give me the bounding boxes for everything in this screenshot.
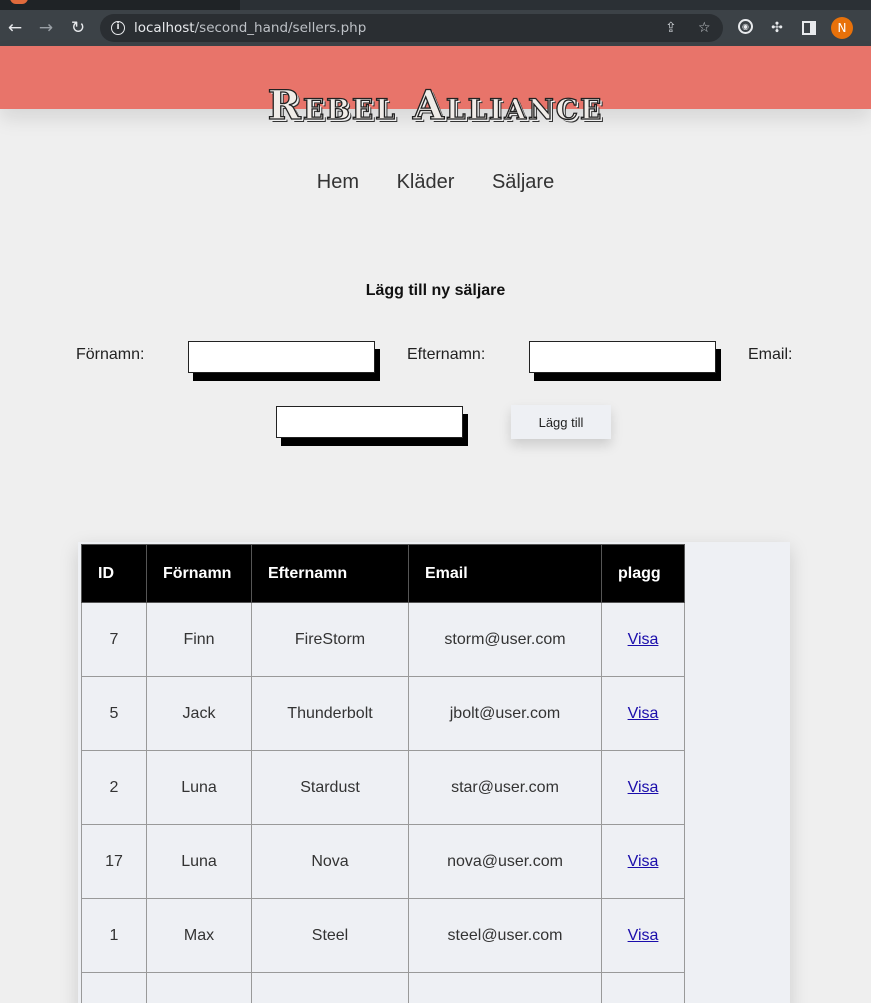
cell-link: Visa [601,824,685,899]
cell-firstname: Luna [146,750,252,825]
nav-link-saljare[interactable]: Säljare [492,171,554,193]
col-header-email: Email [408,544,602,603]
lastname-label: Efternamn: [407,346,486,363]
share-icon[interactable]: ⇪ [665,19,677,37]
cell-firstname [146,972,252,1003]
cell-email: jbolt@user.com [408,676,602,751]
col-header-lastname: Efternamn [251,544,409,603]
main-nav: Hem Kläder Säljare [0,171,871,194]
cell-firstname: Max [146,898,252,973]
form-title: Lägg till ny säljare [365,282,506,299]
table-row: 7 Finn FireStorm storm@user.com Visa [81,602,685,677]
sellers-table: ID Förnamn Efternamn Email plagg 7 Finn … [81,544,685,1003]
col-header-plagg: plagg [601,544,685,603]
cell-link: Visa [601,750,685,825]
favicon-icon [10,0,28,4]
cell-firstname: Jack [146,676,252,751]
cell-firstname: Finn [146,602,252,677]
cell-email: steel@user.com [408,898,602,973]
browser-tab-background [240,0,871,10]
firstname-label: Förnamn: [76,346,145,363]
table-row [81,972,685,1003]
browser-tab-strip [0,0,871,10]
cell-lastname: FireStorm [251,602,409,677]
cell-email: nova@user.com [408,824,602,899]
cell-link: Visa [601,602,685,677]
cell-link: Visa [601,898,685,973]
profile-avatar[interactable]: N [831,17,853,39]
cell-id: 17 [81,824,147,899]
info-icon[interactable]: i [111,21,125,35]
star-icon[interactable]: ☆ [698,19,711,37]
visa-link[interactable]: Visa [628,927,659,944]
email-label: Email: [748,346,793,363]
cell-id: 7 [81,602,147,677]
browser-toolbar: ← → ↻ i localhost/second_hand/sellers.ph… [0,10,871,46]
cell-id: 1 [81,898,147,973]
cell-email: star@user.com [408,750,602,825]
visa-link[interactable]: Visa [628,853,659,870]
table-header-row: ID Förnamn Efternamn Email plagg [81,544,685,603]
lastname-field[interactable] [529,341,716,373]
cell-id: 5 [81,676,147,751]
table-row: 17 Luna Nova nova@user.com Visa [81,824,685,899]
cell-firstname: Luna [146,824,252,899]
cell-lastname: Steel [251,898,409,973]
site-logo[interactable]: Rebel Alliance [0,81,871,129]
table-row: 2 Luna Stardust star@user.com Visa [81,750,685,825]
url-path: /second_hand/sellers.php [194,20,367,36]
table-row: 1 Max Steel steel@user.com Visa [81,898,685,973]
col-header-firstname: Förnamn [146,544,252,603]
visa-link[interactable]: Visa [628,779,659,796]
cell-id: 2 [81,750,147,825]
address-bar[interactable]: i localhost/second_hand/sellers.php ⇪ ☆ [100,14,723,42]
cell-email: storm@user.com [408,602,602,677]
nav-link-hem[interactable]: Hem [317,171,359,193]
back-arrow-icon[interactable]: ← [5,18,25,38]
email-field-wrap [276,406,468,446]
extension-icon[interactable]: ◉ [738,19,753,34]
add-seller-button[interactable]: Lägg till [511,405,611,439]
puzzle-icon[interactable]: ✣ [768,19,786,37]
cell-lastname: Nova [251,824,409,899]
reload-icon[interactable]: ↻ [68,18,88,38]
cell-email [408,972,602,1003]
forward-arrow-icon[interactable]: → [36,18,56,38]
cell-id [81,972,147,1003]
url-text[interactable]: localhost/second_hand/sellers.php [134,20,366,36]
cell-link [601,972,685,1003]
nav-link-klader[interactable]: Kläder [397,171,455,193]
email-field[interactable] [276,406,463,438]
cell-lastname: Stardust [251,750,409,825]
firstname-field-wrap [188,341,380,381]
cell-lastname: Thunderbolt [251,676,409,751]
url-host: localhost [134,20,195,36]
cell-link: Visa [601,676,685,751]
visa-link[interactable]: Visa [628,631,659,648]
col-header-id: ID [81,544,147,603]
cell-lastname [251,972,409,1003]
table-row: 5 Jack Thunderbolt jbolt@user.com Visa [81,676,685,751]
visa-link[interactable]: Visa [628,705,659,722]
side-panel-icon[interactable] [802,21,816,35]
firstname-field[interactable] [188,341,375,373]
lastname-field-wrap [529,341,721,381]
